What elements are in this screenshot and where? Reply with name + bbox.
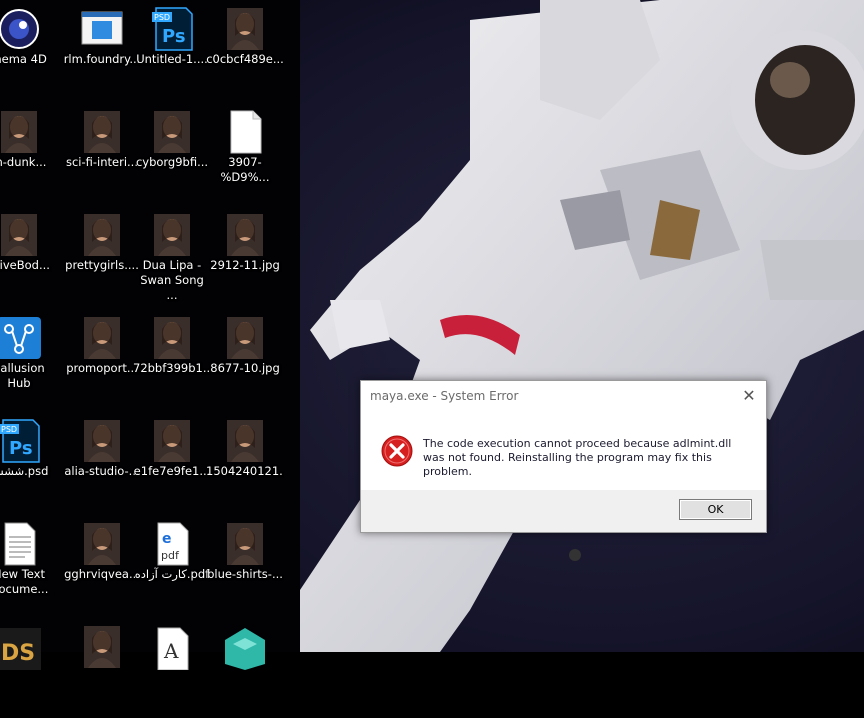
desktop-icon-label: m-dunk... [0,155,47,169]
photo-icon [223,6,267,52]
web-page-icon [80,6,124,52]
desktop-icon[interactable]: prettygirls.... [63,206,141,306]
desktop-icon-label: 8677-10.jpg [210,361,280,375]
desktop-icon-label: 3907-%D9%... [220,155,270,184]
desktop-icon[interactable]: 72bbf399b1... [133,309,211,409]
desktop-icon[interactable]: cyborg9bfi... [133,103,211,203]
photo-icon [0,109,41,155]
desktop-icon[interactable]: Dua Lipa - Swan Song ... [133,206,211,306]
desktop-icon[interactable]: 3907-%D9%... [206,103,284,203]
photo-icon [80,212,124,258]
photo-icon [223,521,267,567]
svg-text:PSD: PSD [154,13,170,22]
photo-icon [80,315,124,361]
desktop-icon[interactable]: blue-shirts-... [206,515,284,615]
error-message: The code execution cannot proceed becaus… [423,437,732,478]
font-file-icon: A [150,624,194,671]
desktop-icon-label: 1504240121... [206,464,284,478]
svg-text:A: A [163,639,179,663]
desktop-icon[interactable]: c0cbcf489e... [206,0,284,100]
desktop-icon-label: cyborg9bfi... [135,155,209,169]
system-error-dialog: maya.exe - System Error ✕ The code execu… [360,380,767,533]
desktop-icon[interactable]: eallusion Hub [0,309,58,409]
desktop-icon-label: 2912-11.jpg [210,258,280,272]
desktop-icon[interactable] [206,618,284,718]
photo-icon [223,212,267,258]
desktop-icon-label: otiveBod... [0,258,50,272]
desktop-icon[interactable]: PSD Ps ششش.psd [0,412,58,512]
photo-icon [80,109,124,155]
photoshop-file-icon: PSD Ps [0,418,41,464]
error-icon [381,435,413,467]
svg-text:pdf: pdf [161,549,180,562]
photo-icon [150,418,194,464]
photo-icon [80,624,124,670]
text-file-icon [0,521,41,567]
desktop-icon[interactable]: gghrviqvea... [63,515,141,615]
photo-icon [223,418,267,464]
desktop-icon[interactable]: sci-fi-interi... [63,103,141,203]
photo-icon [150,315,194,361]
photo-icon [0,212,41,258]
desktop-icon-label: alia-studio-... [64,464,140,478]
svg-text:Ps: Ps [162,26,186,47]
blank-file-icon [223,109,267,155]
svg-text:DS: DS [1,641,35,666]
desktop-icon[interactable]: inema 4D [0,0,58,100]
dialog-title: maya.exe - System Error [370,389,519,403]
desktop-icon[interactable]: DS [0,618,58,718]
desktop-icon[interactable]: rlm.foundry... [63,0,141,100]
desktop-icon-label: rlm.foundry... [63,52,141,66]
desktop-icon-label: promoport... [66,361,138,375]
desktop-icon[interactable]: 8677-10.jpg [206,309,284,409]
desktop-icon-label: sci-fi-interi... [65,155,138,169]
desktop-icon[interactable]: m-dunk... [0,103,58,203]
desktop-icon[interactable]: promoport... [63,309,141,409]
photoshop-file-icon: PSD Ps [150,6,194,52]
svg-text:PSD: PSD [1,425,17,434]
desktop-icon-label: prettygirls.... [65,258,139,272]
desktop-icon-label: eallusion Hub [0,361,45,390]
desktop-icon-label: New Text Docume... [0,567,49,596]
photo-icon [80,418,124,464]
desktop-icon[interactable]: alia-studio-... [63,412,141,512]
desktop-icon[interactable]: e1fe7e9fe1... [133,412,211,512]
ds-app-icon: DS [0,624,41,670]
ok-button[interactable]: OK [679,499,752,520]
desktop-icon[interactable]: otiveBod... [0,206,58,306]
desktop-icon-label: 72bbf399b1... [133,361,211,375]
desktop-icon-label: gghrviqvea... [64,567,140,581]
photo-icon [150,212,194,258]
cinema4d-icon [0,6,41,52]
photo-icon [80,521,124,567]
desktop-icon-label: blue-shirts-... [207,567,283,581]
reallusion-hub-icon [0,315,41,361]
desktop-icon[interactable]: New Text Docume... [0,515,58,615]
photo-icon [150,109,194,155]
maya-app-icon [223,624,267,670]
photo-icon [223,315,267,361]
desktop-icon[interactable]: 1504240121... [206,412,284,512]
desktop-icon[interactable]: PSD Ps Untitled-1.... [133,0,211,100]
desktop-icon-label: Untitled-1.... [136,52,208,66]
desktop-icon-label: e1fe7e9fe1... [133,464,211,478]
desktop-icon-label: Dua Lipa - Swan Song ... [140,258,204,302]
desktop-icon-label: c0cbcf489e... [206,52,284,66]
desktop-icon[interactable]: e pdf کارت آزاده.pdf [133,515,211,615]
dialog-footer: OK [361,490,766,532]
desktop-icon[interactable]: 2912-11.jpg [206,206,284,306]
close-icon[interactable]: ✕ [738,385,760,407]
pdf-file-icon: e pdf [150,521,194,567]
desktop-icon-label: ششش.psd [0,464,49,478]
desktop-icon[interactable] [63,618,141,718]
svg-text:e: e [162,531,172,547]
desktop-icon-label: کارت آزاده.pdf [134,567,210,581]
desktop-icon[interactable]: A [133,618,211,718]
svg-text:Ps: Ps [9,438,33,459]
desktop-icon-label: inema 4D [0,52,47,66]
